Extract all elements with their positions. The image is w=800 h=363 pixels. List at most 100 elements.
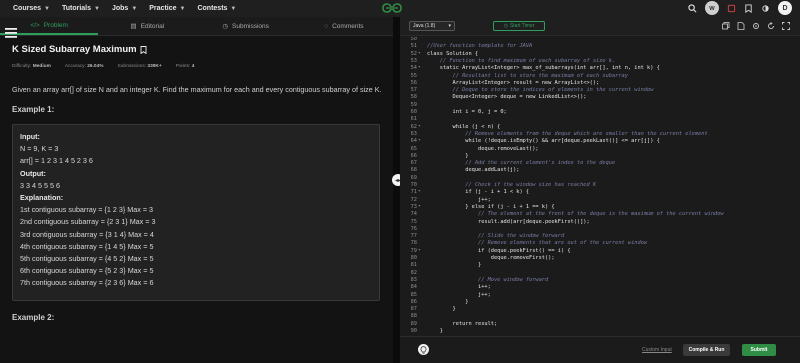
code-text: if (j - i + 1 < k) { [427,189,530,196]
code-text: } [427,298,469,305]
tab-comments[interactable]: ◌ Comments [295,17,393,35]
tab-submissions[interactable]: ◷ Submissions [197,17,295,35]
fold-icon[interactable]: ▾ [418,204,421,209]
nav-tutorials[interactable]: Tutorials ▼ [62,5,100,12]
problem-description: Given an array arr[] of size N and an in… [12,85,382,94]
code-text: int i = 0, j = 0; [427,109,507,115]
difficulty: Difficulty: Medium [12,64,51,69]
nav-jobs[interactable]: Jobs ▼ [112,5,137,12]
nav-contests-label: Contests [197,5,228,12]
chevron-down-icon: ▼ [94,5,100,12]
fullscreen-icon[interactable] [782,22,790,30]
code-editor[interactable]: 50 51//User function template for JAVA 52 ▾… [400,37,800,333]
code-text: } [427,306,456,313]
settings-icon[interactable] [752,22,760,30]
example-1-box: Input: N = 9, K = 3 arr[] = 1 2 3 1 4 5 … [12,124,380,301]
output-heading: Output: [20,168,46,178]
code-text: result.add(arr[deque.peekFirst()]); [427,218,590,225]
line-number: 81 [410,262,417,269]
reset-icon[interactable] [767,22,775,30]
fold-icon[interactable]: ▾ [418,65,421,70]
notification-icon[interactable] [727,4,736,13]
line-number: 64 [410,138,417,145]
line-number: 70 [410,182,417,188]
input-heading: Input: [20,132,40,141]
line-number: 63 [410,130,417,137]
line-number: 53 [410,57,417,64]
code-comment: // Deque to store the indices of element… [427,87,654,94]
file-icon[interactable] [737,22,745,30]
fold-icon[interactable]: ▾ [418,189,421,194]
code-comment: //User function template for JAVA [427,43,533,50]
line-number: 54 [410,65,417,72]
editor-actions [722,22,790,30]
nav-contests[interactable]: Contests ▼ [197,5,236,12]
code-comment: // The element at the front of the deque… [427,211,724,218]
code-text: } [427,328,443,333]
explanation-line: 2nd contiguous subarray = {2 3 1} Max = … [20,217,156,227]
line-number: 69 [410,174,417,181]
chevron-down-icon: ▼ [230,5,237,12]
start-timer-button[interactable]: ◷ Start Timer [493,21,545,31]
gfg-logo-icon[interactable] [381,2,403,14]
top-navbar: Courses ▼ Tutorials ▼ Jobs ▼ Practice ▼ Cont… [0,0,800,17]
code-text: j++; [427,291,491,298]
custom-input-link[interactable]: Custom Input [642,347,672,353]
fold-icon[interactable]: ▾ [418,51,421,56]
avatar-user[interactable]: D [778,1,792,15]
line-number: 72 [410,196,417,203]
chevron-down-icon: ▼ [131,5,138,12]
problem-meta: Difficulty: Medium Accuracy: 26.04% Subm… [12,64,381,69]
nav-courses-label: Courses [13,5,42,12]
line-number: 90 [410,328,417,333]
nav-practice[interactable]: Practice ▼ [149,5,185,12]
line-number: 57 [410,87,417,94]
tab-problem-label: Problem [43,21,68,29]
language-select[interactable]: Java (1.8) ▾ [409,21,455,31]
clock-icon: ◷ [222,23,229,30]
line-number: 78 [410,240,417,247]
line-number: 66 [410,152,417,159]
nav-jobs-label: Jobs [111,5,129,12]
line-number: 68 [410,167,417,174]
submit-button[interactable]: Submit [742,344,776,356]
compile-run-button[interactable]: Compile & Run [683,344,730,356]
nav-courses[interactable]: Courses ▼ [13,5,50,12]
input-line-1: N = 9, K = 3 [20,144,59,154]
problem-title-row: K Sized Subarray Maximum [12,44,381,55]
line-number: 86 [410,298,417,305]
code-text: ArrayList<Integer> result = new ArrayLis… [427,79,600,86]
theme-icon[interactable] [761,4,770,13]
code-text: } else if (j - i + 1 == k) { [427,203,555,210]
line-number: 61 [410,116,417,123]
fold-icon[interactable]: ▾ [418,138,421,143]
code-tag-icon: </> [30,21,40,29]
fold-icon[interactable]: ▾ [418,124,421,129]
explanation-line: 3rd contiguous subarray = {3 1 4} Max = … [20,229,154,239]
menu-icon[interactable] [4,27,18,39]
language-value: Java (1.8) [413,23,436,29]
line-number: 77 [410,233,417,240]
line-number: 89 [410,320,417,327]
copy-icon[interactable] [722,22,730,30]
panel-divider[interactable] [393,17,400,363]
explanation-line: 6th contiguous subarray = {5 2 3} Max = … [20,266,154,276]
bulb-icon[interactable] [418,344,429,355]
nav-practice-label: Practice [149,5,177,12]
search-icon[interactable] [688,3,697,13]
explanation-heading: Explanation: [20,193,64,203]
code-comment: // Add the current element's index to th… [427,160,616,167]
line-number: 59 [410,101,417,108]
chevron-down-icon: ▼ [179,5,186,12]
tab-editorial-label: Editorial [140,22,165,30]
problem-panel: </> Problem ▤ Editorial ◷ Submissions ◌ Comm… [0,17,393,363]
avatar-w[interactable]: w [705,1,719,15]
line-number: 85 [410,291,417,298]
fold-icon[interactable]: ▾ [418,248,421,253]
bookmark-list-icon[interactable] [744,3,753,13]
bookmark-icon[interactable] [140,45,147,54]
submissions-value: 339K+ [147,64,162,69]
code-text: i++; [427,284,491,291]
tab-editorial[interactable]: ▤ Editorial [98,17,196,35]
code-text: j++; [427,196,491,203]
